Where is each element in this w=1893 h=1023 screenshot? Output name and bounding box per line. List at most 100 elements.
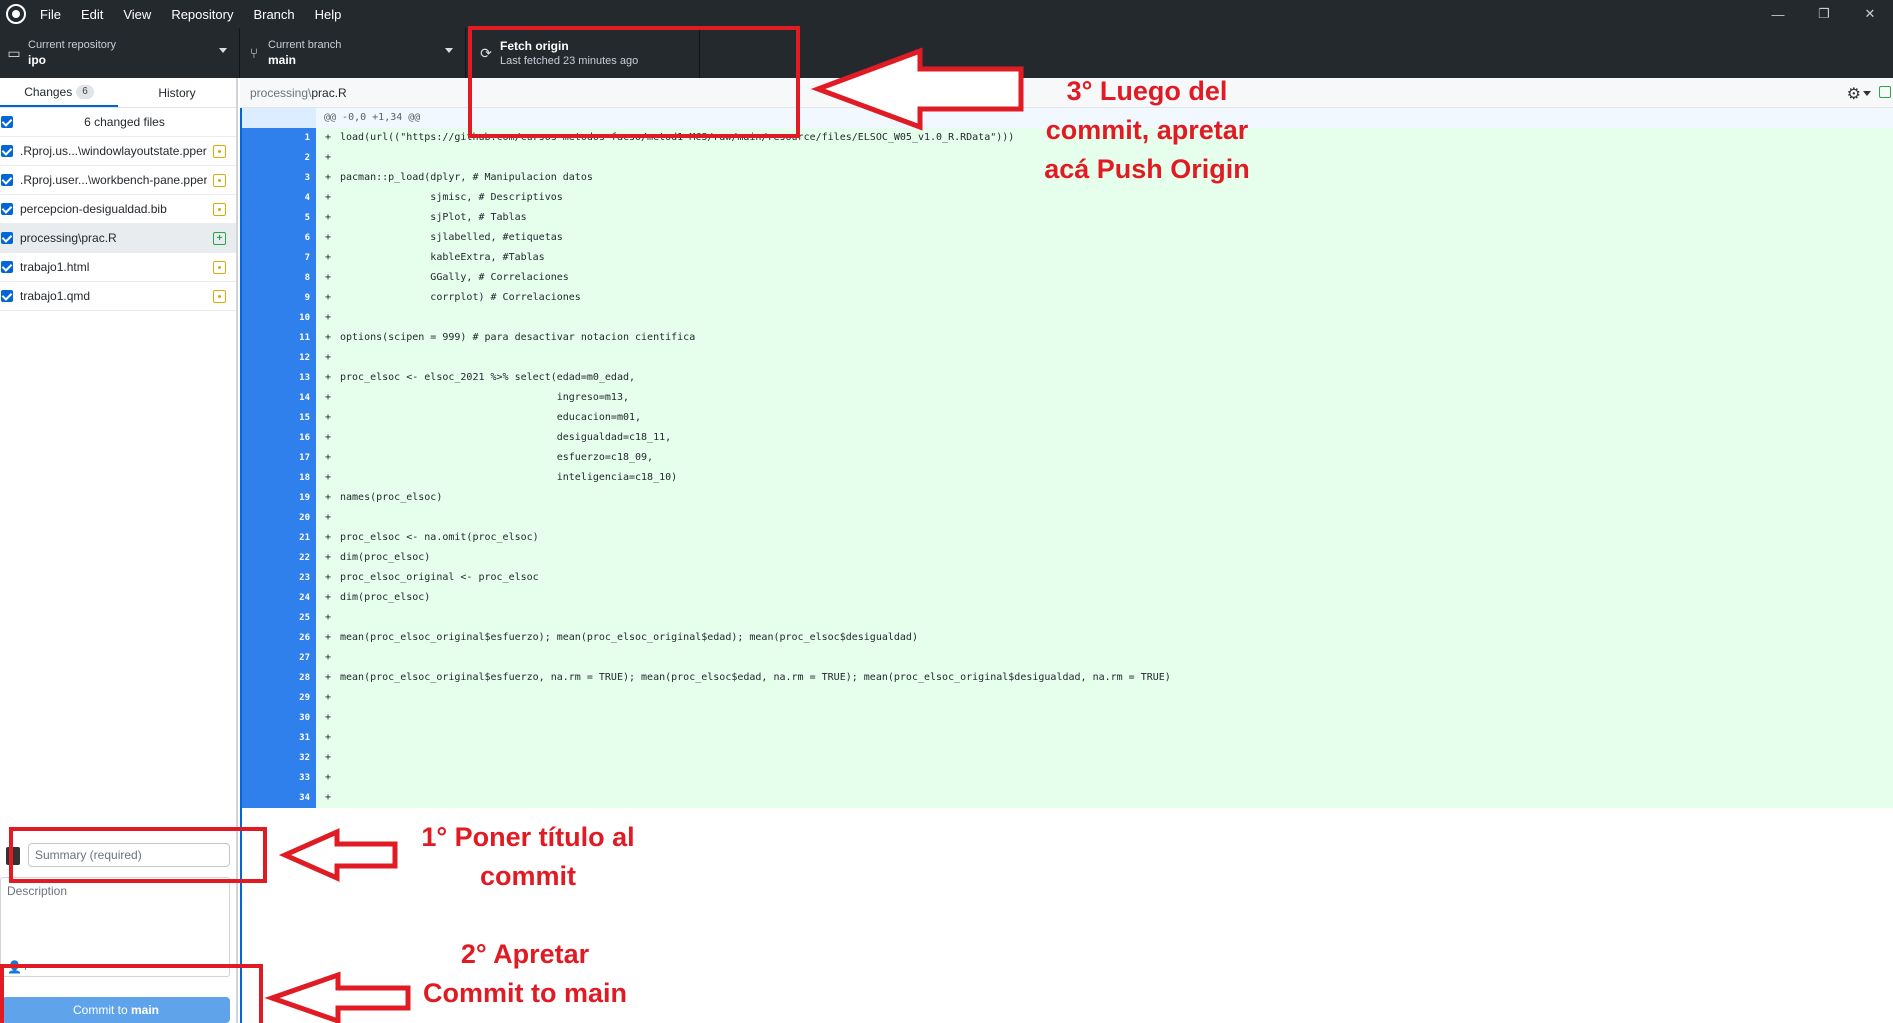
diff-line[interactable]: 26 + mean(proc_elsoc_original$esfuerzo); m… (242, 628, 1893, 648)
chevron-down-icon (445, 48, 453, 53)
diff-line[interactable]: 22 + dim(proc_elsoc) (242, 548, 1893, 568)
annotation-step1-line1: 1° Poner título al (421, 822, 635, 852)
tab-changes[interactable]: Changes 6 (0, 78, 118, 107)
changed-file-row[interactable]: .Rproj.user...\workbench-pane.pper (0, 166, 236, 195)
line-number: 24 (277, 588, 316, 608)
old-line-gutter (242, 368, 277, 388)
commit-description-field[interactable]: Description 👤+ (0, 877, 230, 977)
diff-line[interactable]: 11 + options(scipen = 999) # para desactiv… (242, 328, 1893, 348)
diff-line[interactable]: 14 + ingreso=m13, (242, 388, 1893, 408)
menu-file[interactable]: File (40, 7, 61, 22)
added-marker: + (324, 732, 332, 743)
include-file-checkbox[interactable] (1, 203, 13, 215)
diff-line[interactable]: 28 + mean(proc_elsoc_original$esfuerzo, na… (242, 668, 1893, 688)
changed-file-name: .Rproj.user...\workbench-pane.pper (20, 173, 208, 187)
diff-line[interactable]: 7 + kableExtra, #Tablas (242, 248, 1893, 268)
added-marker: + (324, 192, 332, 203)
diff-line[interactable]: 15 + educacion=m01, (242, 408, 1893, 428)
diff-line[interactable]: 13 + proc_elsoc <- elsoc_2021 %>% select(e… (242, 368, 1893, 388)
diff-line[interactable]: 16 + desigualdad=c18_11, (242, 428, 1893, 448)
diff-line[interactable]: 33 + (242, 768, 1893, 788)
diff-line[interactable]: 19 + names(proc_elsoc) (242, 488, 1893, 508)
added-marker: + (324, 712, 332, 723)
diff-line[interactable]: 27 + (242, 648, 1893, 668)
diff-line[interactable]: 29 + (242, 688, 1893, 708)
added-marker: + (324, 692, 332, 703)
changed-file-row[interactable]: percepcion-desigualdad.bib (0, 195, 236, 224)
diff-line[interactable]: 24 + dim(proc_elsoc) (242, 588, 1893, 608)
fetch-origin-highlight (468, 26, 800, 138)
line-number: 15 (277, 408, 316, 428)
line-number: 7 (277, 248, 316, 268)
code-text: kableExtra, #Tablas (340, 252, 545, 263)
changed-file-row[interactable]: trabajo1.qmd (0, 282, 236, 311)
diff-line[interactable]: 21 + proc_elsoc <- na.omit(proc_elsoc) (242, 528, 1893, 548)
code-text: inteligencia=c18_10) (340, 472, 678, 483)
line-number: 4 (277, 188, 316, 208)
include-file-checkbox[interactable] (1, 145, 13, 157)
menu-repository[interactable]: Repository (171, 7, 233, 22)
current-repository-button[interactable]: ▭ Current repository ipo (0, 28, 240, 78)
menu-view[interactable]: View (123, 7, 151, 22)
expand-icon[interactable] (1879, 86, 1891, 98)
diff-line[interactable]: 9 + corrplot) # Correlaciones (242, 288, 1893, 308)
close-icon[interactable]: ✕ (1847, 0, 1893, 28)
menu-help[interactable]: Help (315, 7, 342, 22)
added-marker: + (324, 472, 332, 483)
include-file-checkbox[interactable] (1, 261, 13, 273)
added-marker: + (324, 312, 332, 323)
restore-icon[interactable]: ❐ (1801, 0, 1847, 28)
diff-line[interactable]: 4 + sjmisc, # Descriptivos (242, 188, 1893, 208)
code-text: mean(proc_elsoc_original$esfuerzo); mean… (340, 632, 918, 643)
diff-line[interactable]: 8 + GGally, # Correlaciones (242, 268, 1893, 288)
line-number: 28 (277, 668, 316, 688)
include-file-checkbox[interactable] (1, 290, 13, 302)
added-marker: + (324, 152, 332, 163)
diff-line[interactable]: 32 + (242, 748, 1893, 768)
diff-line[interactable]: 6 + sjlabelled, #etiquetas (242, 228, 1893, 248)
diff-line[interactable]: 12 + (242, 348, 1893, 368)
changed-file-row[interactable]: .Rproj.us...\windowlayoutstate.pper (0, 137, 236, 166)
minimize-icon[interactable]: — (1755, 0, 1801, 28)
include-file-checkbox[interactable] (1, 174, 13, 186)
old-line-gutter (242, 628, 277, 648)
line-number: 13 (277, 368, 316, 388)
diff-line[interactable]: 5 + sjPlot, # Tablas (242, 208, 1893, 228)
select-all-checkbox[interactable] (1, 116, 13, 128)
diff-line[interactable]: 20 + (242, 508, 1893, 528)
current-branch-button[interactable]: ⑂ Current branch main (240, 28, 466, 78)
old-line-gutter (242, 668, 277, 688)
code-text: dim(proc_elsoc) (340, 552, 431, 563)
added-marker: + (324, 792, 332, 803)
line-number: 29 (277, 688, 316, 708)
added-marker: + (324, 272, 332, 283)
tab-history[interactable]: History (118, 78, 236, 107)
line-number: 1 (277, 128, 316, 148)
menu-edit[interactable]: Edit (81, 7, 103, 22)
diff-line[interactable]: 17 + esfuerzo=c18_09, (242, 448, 1893, 468)
code-text: proc_elsoc <- na.omit(proc_elsoc) (340, 532, 539, 543)
code-text: sjPlot, # Tablas (340, 212, 527, 223)
summary-highlight (9, 827, 267, 883)
changed-file-row[interactable]: processing\prac.R + (0, 224, 236, 253)
diff-line[interactable]: 30 + (242, 708, 1893, 728)
old-line-gutter (242, 688, 277, 708)
changed-file-row[interactable]: trabajo1.html (0, 253, 236, 282)
diff-line[interactable]: 34 + (242, 788, 1893, 808)
diff-line[interactable]: 10 + (242, 308, 1893, 328)
diff-line[interactable]: 31 + (242, 728, 1893, 748)
old-line-gutter (242, 248, 277, 268)
diff-line[interactable]: 25 + (242, 608, 1893, 628)
menu-branch[interactable]: Branch (253, 7, 294, 22)
line-number: 18 (277, 468, 316, 488)
diff-line[interactable]: 18 + inteligencia=c18_10) (242, 468, 1893, 488)
diff-line[interactable]: 23 + proc_elsoc_original <- proc_elsoc (242, 568, 1893, 588)
chevron-down-icon[interactable] (1863, 91, 1871, 96)
include-file-checkbox[interactable] (1, 232, 13, 244)
commit-button-highlight (0, 964, 263, 1023)
gear-icon[interactable]: ⚙ (1847, 84, 1861, 104)
